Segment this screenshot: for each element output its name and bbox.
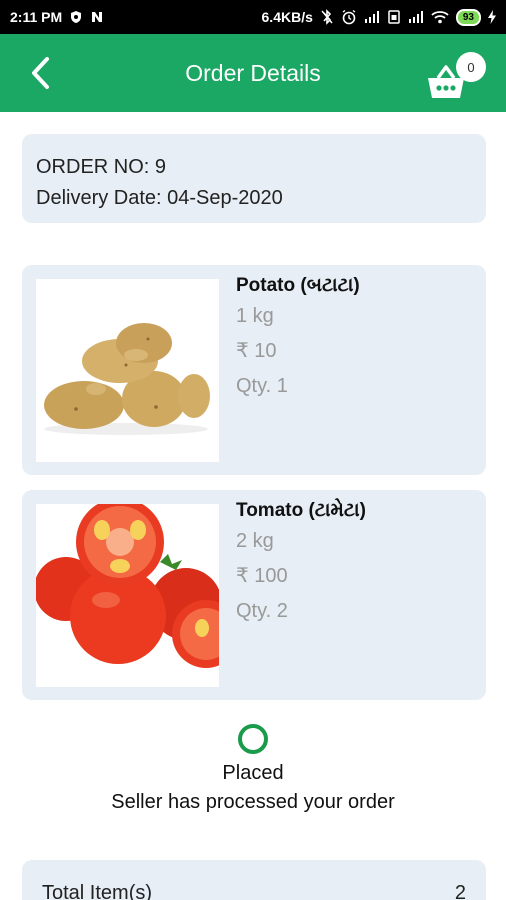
- total-items-row: Total Item(s) 2: [42, 882, 466, 900]
- order-status: Placed Seller has processed your order: [0, 724, 506, 818]
- total-items-value: 2: [454, 882, 466, 900]
- n-app-icon: [90, 10, 104, 24]
- order-number: ORDER NO: 9: [36, 156, 167, 178]
- status-circle-icon: [238, 724, 268, 754]
- signal-2-icon: [408, 11, 424, 23]
- clock-text: 2:11 PM: [10, 9, 63, 25]
- network-speed-text: 6.4KB/s: [261, 9, 313, 25]
- item-quantity: Qty. 1: [236, 375, 288, 397]
- potato-image: [36, 279, 219, 462]
- item-name: Potato (બટાટા): [236, 275, 360, 296]
- item-details: Tomato (ટામેટા) 2 kg ₹ 100 Qty. 2: [236, 498, 366, 629]
- item-details: Potato (બટાટા) 1 kg ₹ 10 Qty. 1: [236, 273, 360, 404]
- status-description: Seller has processed your order: [111, 791, 395, 813]
- battery-indicator: 93: [455, 8, 481, 26]
- sim-icon: [387, 10, 401, 24]
- back-button[interactable]: [22, 54, 58, 92]
- total-items-label: Total Item(s): [42, 882, 153, 900]
- cart-count-badge: 0: [456, 52, 486, 82]
- alarm-icon: [341, 9, 357, 25]
- page-title: Order Details: [185, 59, 321, 86]
- item-unit: 2 kg: [236, 530, 274, 552]
- order-summary-card: Total Item(s) 2: [22, 860, 486, 900]
- item-price: ₹ 100: [236, 565, 288, 587]
- signal-icon: [364, 11, 380, 23]
- order-info-card: ORDER NO: 9 Delivery Date: 04-Sep-2020: [22, 134, 486, 223]
- tomato-image: [34, 498, 240, 687]
- system-status-bar: 2:11 PM 6.4KB/s 93: [0, 0, 506, 34]
- vpn-shield-icon: [69, 10, 83, 24]
- chevron-left-icon: [32, 57, 49, 89]
- delivery-date: Delivery Date: 04-Sep-2020: [36, 187, 283, 209]
- charging-bolt-icon: [488, 10, 496, 24]
- app-bar: Order Details 0: [0, 34, 506, 112]
- status-bar-left: 2:11 PM: [10, 9, 104, 25]
- bluetooth-off-icon: [320, 9, 334, 25]
- item-price: ₹ 10: [236, 340, 277, 362]
- cart-button[interactable]: 0: [424, 52, 486, 104]
- item-name: Tomato (ટામેટા): [236, 500, 366, 521]
- item-quantity: Qty. 2: [236, 600, 288, 622]
- item-unit: 1 kg: [236, 305, 274, 327]
- wifi-icon: [431, 10, 449, 24]
- order-item-card[interactable]: Potato (બટાટા) 1 kg ₹ 10 Qty. 1: [22, 265, 486, 475]
- order-item-card[interactable]: Tomato (ટામેટા) 2 kg ₹ 100 Qty. 2: [22, 490, 486, 700]
- status-label: Placed: [222, 762, 284, 784]
- status-bar-right: 6.4KB/s 93: [261, 8, 496, 26]
